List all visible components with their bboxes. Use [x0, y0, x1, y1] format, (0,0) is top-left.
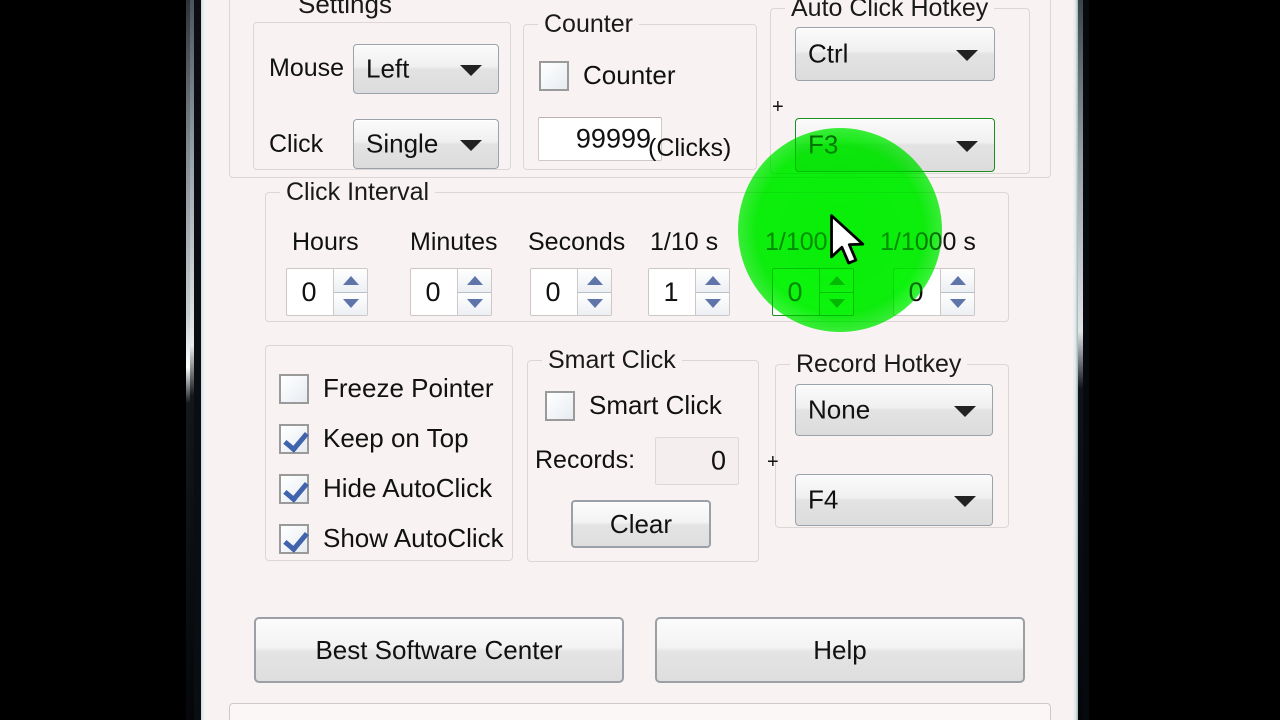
mouse-button-select-value: Left [366, 53, 410, 84]
chevron-down-icon [954, 496, 976, 507]
record-hotkey-group-legend: Record Hotkey [790, 351, 968, 377]
interval-hundredth-value: 0 [787, 276, 803, 307]
bottom-partial-panel [229, 703, 1051, 720]
option-keep-on-top[interactable]: Keep on Top [279, 423, 469, 454]
record-key-select[interactable]: F4 [795, 474, 993, 526]
interval-minutes-value: 0 [425, 276, 441, 307]
stepper-up-icon[interactable] [941, 269, 974, 293]
records-count-field: 0 [655, 437, 739, 485]
interval-tenth-stepper[interactable]: 1 [648, 268, 730, 316]
best-software-center-button[interactable]: Best Software Center [254, 617, 624, 683]
interval-hours-value: 0 [301, 276, 317, 307]
chevron-down-icon [956, 50, 978, 61]
stepper-up-icon[interactable] [458, 269, 491, 293]
chevron-down-icon [954, 406, 976, 417]
stepper-down-icon[interactable] [458, 292, 491, 315]
record-modifier-select[interactable]: None [795, 384, 993, 436]
counter-value-text: 99999 [575, 123, 651, 154]
chevron-down-icon [956, 141, 978, 152]
interval-thousandth-stepper[interactable]: 0 [893, 268, 975, 316]
interval-hundredth-label: 1/100 s [765, 228, 848, 256]
interval-tenth-value: 1 [663, 276, 679, 307]
window-left-border-3 [194, 0, 201, 720]
smart-click-checkbox[interactable] [545, 390, 575, 421]
auto-click-hotkey-plus: + [772, 96, 784, 118]
interval-hours-stepper-buttons[interactable] [333, 269, 367, 315]
records-label: Records: [535, 446, 636, 474]
interval-thousandth-label: 1/1000 s [880, 228, 976, 256]
interval-minutes-stepper[interactable]: 0 [410, 268, 492, 316]
chevron-down-icon [460, 140, 482, 151]
option-hide-autoclick[interactable]: Hide AutoClick [279, 473, 492, 504]
auto-click-key-select[interactable]: F3 [795, 118, 995, 172]
keep-on-top-checkbox[interactable] [279, 423, 309, 454]
interval-seconds-label: Seconds [528, 228, 626, 256]
interval-hours-label: Hours [292, 228, 359, 256]
auto-click-modifier-select[interactable]: Ctrl [795, 27, 995, 81]
stepper-down-icon[interactable] [941, 292, 974, 315]
freeze-pointer-checkbox[interactable] [279, 373, 309, 404]
interval-thousandth-stepper-buttons[interactable] [940, 269, 974, 315]
interval-minutes-label: Minutes [410, 228, 498, 256]
smart-click-group-legend: Smart Click [542, 347, 682, 373]
auto-click-key-value: F3 [808, 129, 839, 160]
auto-click-hotkey-group-legend: Auto Click Hotkey [785, 0, 995, 21]
show-autoclick-label: Show AutoClick [323, 523, 504, 553]
stepper-up-icon[interactable] [334, 269, 367, 293]
chevron-down-icon [460, 65, 482, 76]
stepper-down-icon[interactable] [334, 292, 367, 315]
clear-button[interactable]: Clear [571, 500, 711, 548]
interval-hundredth-stepper-buttons[interactable] [819, 269, 853, 315]
hide-autoclick-checkbox[interactable] [279, 473, 309, 504]
click-type-select-value: Single [366, 128, 439, 159]
smart-click-checkbox-label: Smart Click [589, 390, 722, 420]
click-type-select[interactable]: Single [353, 119, 499, 169]
freeze-pointer-label: Freeze Pointer [323, 373, 494, 403]
help-button[interactable]: Help [655, 617, 1025, 683]
screen: Settings Mouse Left Click Single Counter… [0, 0, 1280, 720]
show-autoclick-checkbox[interactable] [279, 523, 309, 554]
interval-minutes-stepper-buttons[interactable] [457, 269, 491, 315]
record-hotkey-plus: + [767, 451, 779, 473]
mouse-button-select[interactable]: Left [353, 44, 499, 94]
click-type-label: Click [269, 130, 324, 158]
interval-hundredth-stepper[interactable]: 0 [772, 268, 854, 316]
interval-thousandth-value: 0 [908, 276, 924, 307]
stepper-up-icon[interactable] [696, 269, 729, 293]
counter-checkbox-label: Counter [583, 60, 676, 90]
stepper-up-icon[interactable] [578, 269, 611, 293]
counter-checkbox-row[interactable]: Counter [539, 60, 676, 91]
mouse-label: Mouse [269, 54, 345, 82]
interval-hours-stepper[interactable]: 0 [286, 268, 368, 316]
autoclicker-window: Settings Mouse Left Click Single Counter… [207, 0, 1073, 720]
counter-value-input[interactable]: 99999 [538, 117, 662, 161]
click-interval-group-legend: Click Interval [280, 179, 436, 205]
window-right-border-2 [1083, 0, 1089, 720]
option-show-autoclick[interactable]: Show AutoClick [279, 523, 504, 554]
interval-seconds-value: 0 [545, 276, 561, 307]
records-count-value: 0 [710, 445, 726, 476]
smart-click-checkbox-row[interactable]: Smart Click [545, 390, 722, 421]
stepper-down-icon[interactable] [578, 292, 611, 315]
stepper-down-icon[interactable] [696, 292, 729, 315]
keep-on-top-label: Keep on Top [323, 423, 469, 453]
record-modifier-value: None [808, 394, 871, 425]
stepper-down-icon[interactable] [820, 293, 853, 316]
hide-autoclick-label: Hide AutoClick [323, 473, 493, 503]
stepper-up-icon[interactable] [820, 269, 853, 293]
counter-units-label: (Clicks) [648, 134, 732, 162]
record-key-value: F4 [808, 484, 839, 515]
interval-seconds-stepper[interactable]: 0 [530, 268, 612, 316]
option-freeze-pointer[interactable]: Freeze Pointer [279, 373, 494, 404]
counter-group-legend: Counter [538, 11, 639, 37]
interval-tenth-stepper-buttons[interactable] [695, 269, 729, 315]
interval-tenth-label: 1/10 s [650, 228, 719, 256]
settings-group-legend: Settings [292, 0, 398, 17]
counter-checkbox[interactable] [539, 60, 569, 91]
interval-seconds-stepper-buttons[interactable] [577, 269, 611, 315]
auto-click-modifier-value: Ctrl [808, 38, 849, 69]
